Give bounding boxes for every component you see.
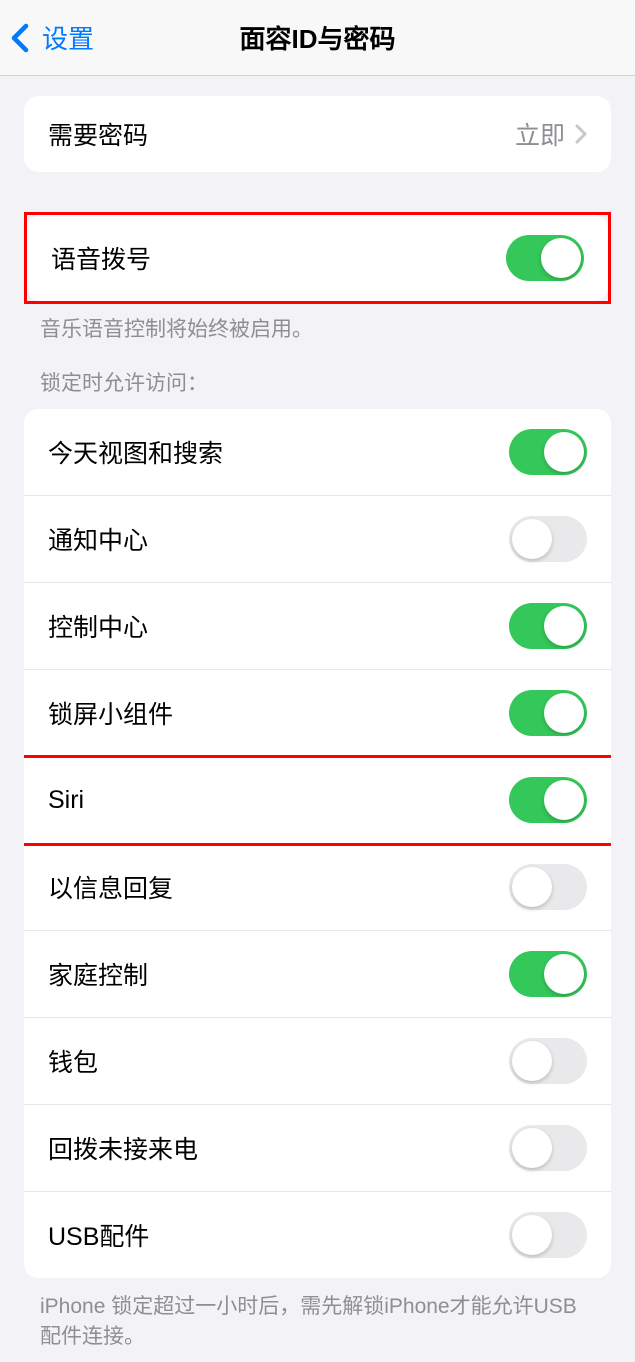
voice-dial-row: 语音拨号 bbox=[27, 215, 608, 301]
lock-access-toggle[interactable] bbox=[509, 516, 587, 562]
voice-dial-toggle[interactable] bbox=[506, 235, 584, 281]
voice-dial-footer: 音乐语音控制将始终被启用。 bbox=[0, 301, 635, 355]
lock-access-header: 锁定时允许访问： bbox=[0, 355, 635, 409]
toggle-knob bbox=[544, 606, 584, 646]
siri-highlight-wrapper: Siri bbox=[24, 757, 611, 844]
require-passcode-label: 需要密码 bbox=[48, 116, 148, 152]
lock-access-row: Siri bbox=[24, 757, 611, 844]
back-label: 设置 bbox=[42, 19, 94, 56]
toggle-knob bbox=[544, 432, 584, 472]
lock-access-toggle[interactable] bbox=[509, 864, 587, 910]
lock-access-footer: iPhone 锁定超过一小时后，需先解锁iPhone才能允许USB 配件连接。 bbox=[0, 1278, 635, 1362]
lock-access-label: Siri bbox=[48, 786, 84, 815]
lock-access-toggle[interactable] bbox=[509, 1212, 587, 1258]
toggle-knob bbox=[512, 867, 552, 907]
lock-access-label: USB配件 bbox=[48, 1217, 149, 1253]
lock-access-toggle[interactable] bbox=[509, 429, 587, 475]
lock-access-label: 钱包 bbox=[48, 1043, 98, 1079]
chevron-left-icon bbox=[10, 23, 30, 53]
lock-access-toggle[interactable] bbox=[509, 777, 587, 823]
lock-access-label: 控制中心 bbox=[48, 608, 148, 644]
lock-access-row: 回拨未接来电 bbox=[24, 1105, 611, 1192]
lock-access-row: 今天视图和搜索 bbox=[24, 409, 611, 496]
toggle-knob bbox=[512, 1128, 552, 1168]
lock-access-row: 锁屏小组件 bbox=[24, 670, 611, 757]
lock-access-row: 以信息回复 bbox=[24, 844, 611, 931]
lock-access-label: 通知中心 bbox=[48, 521, 148, 557]
require-passcode-section: 需要密码 立即 bbox=[24, 96, 611, 172]
toggle-knob bbox=[544, 693, 584, 733]
lock-access-row: 通知中心 bbox=[24, 496, 611, 583]
content: 需要密码 立即 语音拨号 音乐语音控制将始终被启用。 锁定时允许访问： 今天视图… bbox=[0, 76, 635, 1362]
require-passcode-value-text: 立即 bbox=[515, 116, 565, 152]
require-passcode-row[interactable]: 需要密码 立即 bbox=[24, 96, 611, 172]
toggle-knob bbox=[544, 780, 584, 820]
page-title: 面容ID与密码 bbox=[239, 19, 395, 56]
toggle-knob bbox=[512, 1215, 552, 1255]
voice-dial-label: 语音拨号 bbox=[51, 240, 151, 276]
lock-access-toggle[interactable] bbox=[509, 690, 587, 736]
lock-access-label: 锁屏小组件 bbox=[48, 695, 173, 731]
lock-access-label: 家庭控制 bbox=[48, 956, 148, 992]
back-button[interactable]: 设置 bbox=[0, 19, 94, 56]
lock-access-toggle[interactable] bbox=[509, 1125, 587, 1171]
lock-access-row: 控制中心 bbox=[24, 583, 611, 670]
lock-access-label: 回拨未接来电 bbox=[48, 1130, 198, 1166]
lock-access-label: 以信息回复 bbox=[48, 869, 173, 905]
lock-access-label: 今天视图和搜索 bbox=[48, 434, 223, 470]
lock-access-toggle[interactable] bbox=[509, 603, 587, 649]
toggle-knob bbox=[512, 519, 552, 559]
lock-access-toggle[interactable] bbox=[509, 951, 587, 997]
require-passcode-value: 立即 bbox=[515, 116, 587, 152]
toggle-knob bbox=[544, 954, 584, 994]
toggle-knob bbox=[512, 1041, 552, 1081]
voice-dial-section: 语音拨号 bbox=[27, 215, 608, 301]
lock-access-row: 家庭控制 bbox=[24, 931, 611, 1018]
toggle-knob bbox=[541, 238, 581, 278]
chevron-right-icon bbox=[575, 124, 587, 144]
voice-dial-highlight: 语音拨号 bbox=[24, 212, 611, 304]
lock-access-row: USB配件 bbox=[24, 1192, 611, 1278]
lock-access-section: 今天视图和搜索通知中心控制中心锁屏小组件 Siri 以信息回复家庭控制钱包回拨未接来… bbox=[24, 409, 611, 1278]
nav-header: 设置 面容ID与密码 bbox=[0, 0, 635, 76]
lock-access-toggle[interactable] bbox=[509, 1038, 587, 1084]
lock-access-row: 钱包 bbox=[24, 1018, 611, 1105]
